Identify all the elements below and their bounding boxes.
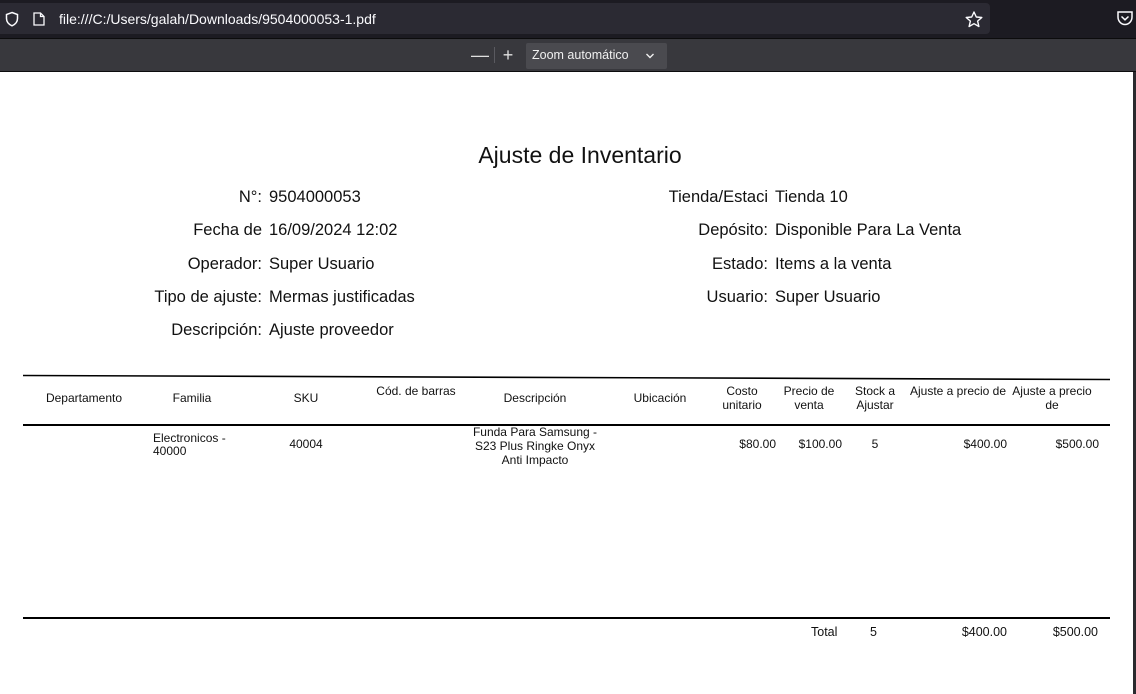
pocket-icon[interactable] (1116, 10, 1134, 26)
column-header-departamento: Departamento (45, 391, 123, 405)
column-header-precio-venta: Precio de venta (783, 384, 835, 412)
column-header-descripcion: Descripción (503, 391, 567, 405)
shield-icon[interactable] (4, 11, 20, 27)
page-icon (33, 12, 45, 26)
field-label-tienda: Tienda/Estaci (668, 188, 768, 206)
field-value-operador: Super Usuario (269, 255, 375, 273)
cell-ajuste-costo: $400.00 (963, 437, 1007, 451)
cell-precio-venta: $100.00 (798, 437, 842, 451)
field-value-descripcion: Ajuste proveedor (269, 321, 394, 339)
bookmark-star-icon[interactable] (965, 11, 983, 28)
total-ajuste-costo: $400.00 (961, 625, 1007, 639)
field-label-deposito: Depósito: (698, 221, 768, 239)
cell-stock-ajustar: 5 (871, 437, 879, 451)
address-bar[interactable]: file:///C:/Users/galah/Downloads/9504000… (0, 3, 990, 34)
field-label-operador: Operador: (187, 255, 262, 273)
column-header-costo-unitario: Costo unitario (722, 384, 762, 412)
pdf-page: Ajuste de Inventario N°: 9504000053 Fech… (0, 72, 1133, 694)
browser-toolbar: file:///C:/Users/galah/Downloads/9504000… (0, 0, 1136, 38)
field-label-fecha: Fecha de (193, 221, 262, 239)
field-value-usuario: Super Usuario (775, 288, 881, 306)
cell-descripcion: Funda Para Samsung - S23 Plus Ringke Ony… (472, 425, 598, 467)
column-header-ajuste-venta: Ajuste a precio de (1012, 384, 1092, 412)
field-value-deposito: Disponible Para La Venta (775, 221, 962, 239)
pdf-toolbar: — + Zoom automático (0, 38, 1136, 72)
field-value-estado: Items a la venta (775, 255, 892, 273)
chevron-down-icon (646, 53, 654, 59)
field-value-fecha: 16/09/2024 12:02 (269, 221, 398, 239)
total-label: Total (811, 625, 838, 639)
zoom-in-button[interactable]: + (498, 44, 518, 66)
cell-sku: 40004 (289, 437, 323, 451)
field-label-tipo-ajuste: Tipo de ajuste: (154, 288, 262, 306)
field-label-descripcion: Descripción: (171, 321, 262, 339)
field-value-tipo-ajuste: Mermas justificadas (269, 288, 415, 306)
field-label-estado: Estado: (712, 255, 768, 273)
field-label-numero: N°: (238, 188, 262, 206)
field-value-tienda: Tienda 10 (775, 188, 848, 206)
field-label-usuario: Usuario: (706, 288, 768, 306)
toolbar-divider (494, 47, 495, 63)
column-header-ubicacion: Ubicación (633, 391, 687, 405)
url-text[interactable]: file:///C:/Users/galah/Downloads/9504000… (59, 11, 376, 27)
column-header-ajuste-costo: Ajuste a precio de (909, 384, 1007, 398)
table-footer-rule (23, 617, 1110, 619)
pdf-viewer[interactable]: Ajuste de Inventario N°: 9504000053 Fech… (0, 72, 1136, 694)
total-stock: 5 (870, 625, 877, 639)
column-header-sku: SKU (293, 391, 319, 405)
field-value-numero: 9504000053 (269, 188, 361, 206)
document-title: Ajuste de Inventario (478, 142, 682, 168)
total-ajuste-venta: $500.00 (1052, 625, 1098, 639)
column-header-stock-ajustar: Stock a Ajustar (854, 384, 896, 412)
cell-costo-unitario: $80.00 (739, 437, 776, 451)
column-header-familia: Familia (172, 391, 212, 405)
column-header-cod-barras: Cód. de barras (376, 384, 456, 398)
cell-ajuste-venta: $500.00 (1055, 437, 1099, 451)
zoom-select[interactable]: Zoom automático (526, 43, 667, 69)
cell-familia: Electronicos - 40000 (153, 431, 226, 458)
table-top-rule (23, 374, 1111, 381)
zoom-out-button[interactable]: — (470, 44, 490, 66)
zoom-level-label: Zoom automático (532, 48, 629, 62)
